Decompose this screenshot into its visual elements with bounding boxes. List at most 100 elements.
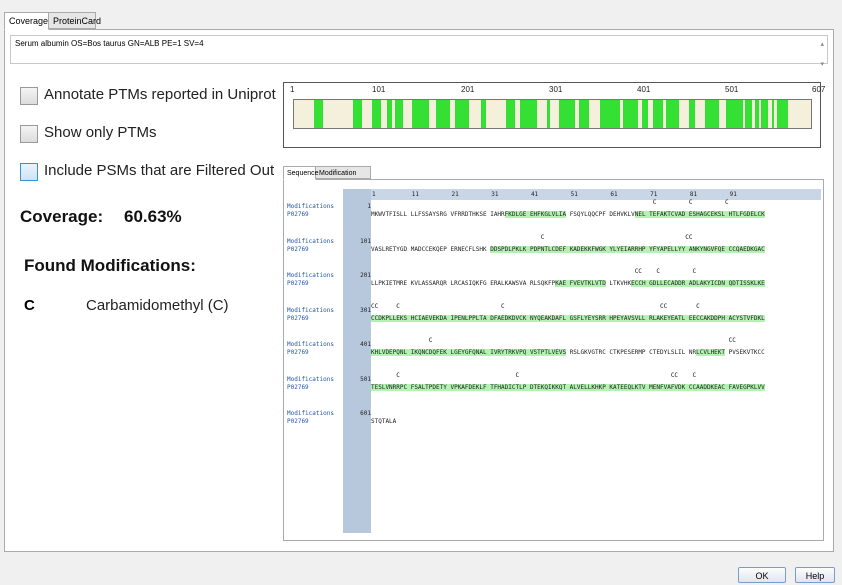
covered-segment: [454, 100, 469, 128]
row-modification-marks: C CC: [371, 337, 736, 344]
row-accession-label: P02769: [287, 245, 309, 253]
covered-residues: CCDKPLLEKS HCIAEVEKDA IPENLPPLTA DFAEDKD…: [371, 314, 765, 322]
covered-segment: [652, 100, 663, 128]
uncovered-residues: FSQYLQQCPF DEHVKLV: [566, 211, 635, 218]
coverage-value: 60.63%: [124, 207, 182, 226]
tab-modification-list[interactable]: Modification List: [315, 166, 371, 190]
row-start-position: 301: [360, 306, 371, 314]
row-modifications-label: Modifications: [287, 203, 334, 210]
covered-segment: [481, 100, 487, 128]
row-start-position: 601: [360, 410, 371, 417]
covered-segment: [411, 100, 430, 128]
found-modifications-title: Found Modifications:: [24, 256, 196, 275]
coverage-map: 1 101 201 301 401 501 607: [283, 82, 825, 148]
covered-segment: [776, 100, 788, 128]
covered-residues: NEL TEFAKTCVAD ESHAGCEKSL HTLFGDELCK: [634, 211, 765, 218]
row-modification-marks: C C C: [371, 199, 729, 206]
row-accession-label: P02769: [287, 383, 309, 391]
row-sequence: MKWVTFISLL LLFSSAYSRG VFRRDTHKSE IAHRFKD…: [371, 211, 765, 218]
covered-segment: [558, 100, 576, 128]
row-sequence: LLPKIETMRE KVLASSARQR LRCASIQKFG ERALKAW…: [371, 280, 765, 287]
covered-segment: [546, 100, 551, 128]
covered-segment: [704, 100, 719, 128]
covered-residues: KHLVDEPQNL IKQNCDQFEK LGEYGFQNAL IVRYTRK…: [371, 349, 567, 356]
coverage-map-tick: 607: [812, 85, 826, 94]
covered-segment: [519, 100, 537, 128]
covered-segment: [744, 100, 753, 128]
uncovered-residues: MKWVTFISLL LLFSSAYSRG VFRRDTHKSE IAHR: [371, 211, 505, 218]
row-modifications-label: Modifications: [287, 341, 334, 348]
row-accession-label: P02769: [287, 349, 309, 356]
uncovered-residues: STQTALA: [371, 418, 397, 425]
coverage-map-tick: 201: [461, 85, 475, 94]
row-start-position: 101: [360, 237, 371, 245]
row-modifications-label: Modifications: [287, 410, 334, 417]
covered-residues: ECCH GDLLECADDR ADLAKYICDN QDTISSKLKE: [631, 280, 765, 287]
uncovered-residues: PVSEKVTKCC: [725, 349, 765, 356]
uncovered-residues: VASLRETYGD MADCCEKQEP ERNECFLSHK: [371, 245, 491, 253]
description-scrollbar[interactable]: ▴ ▾: [820, 40, 824, 70]
description-text: Serum albumin OS=Bos taurus GN=ALB PE=1 …: [15, 39, 204, 48]
covered-segment: [352, 100, 363, 128]
row-accession-label: P02769: [287, 314, 309, 322]
include-filtered-psms-label[interactable]: Include PSMs that are Filtered Out: [44, 162, 274, 179]
covered-segment: [314, 100, 323, 128]
covered-segment: [436, 100, 450, 128]
covered-segment: [642, 100, 649, 128]
tab-coverage[interactable]: Coverage: [4, 12, 49, 30]
covered-residues: KAE FVEVTKLVTD: [555, 280, 606, 287]
row-start-position: 1: [367, 203, 371, 210]
covered-segment: [666, 100, 679, 128]
row-sequence: TESLVNRRPC FSALTPDETY VPKAFDEKLF TFHADIC…: [371, 383, 765, 391]
show-only-ptms-checkbox[interactable]: [20, 125, 38, 143]
row-modification-marks: CC C C: [371, 268, 697, 275]
modification-name: Carbamidomethyl (C): [86, 297, 229, 314]
include-filtered-psms-checkbox[interactable]: [20, 163, 38, 181]
modification-symbol: C: [24, 297, 35, 314]
ok-button[interactable]: OK: [738, 567, 786, 583]
annotate-ptms-checkbox[interactable]: [20, 87, 38, 105]
sequence-header-numbers: 1 11 21 31 41 51 61 71 81 91: [372, 191, 737, 198]
row-start-position: 501: [360, 375, 371, 383]
uncovered-residues: RSLGKVGTRC CTKPESERMP CTEDYLSLIL NR: [566, 349, 697, 356]
covered-segment: [689, 100, 696, 128]
covered-segment: [725, 100, 743, 128]
covered-residues: FKDLGE EHFKGLVLIA: [504, 211, 567, 218]
uncovered-residues: LTKVHK: [605, 280, 632, 287]
covered-residues: DDSPDLPKLK PDPNTLCDEF KADEKKFWGK YLYEIAR…: [490, 245, 765, 253]
row-modifications-label: Modifications: [287, 375, 334, 383]
annotate-ptms-label[interactable]: Annotate PTMs reported in Uniprot: [44, 86, 276, 103]
row-accession-label: P02769: [287, 280, 309, 287]
covered-residues: TESLVNRRPC FSALTPDETY VPKAFDEKLF TFHADIC…: [371, 383, 765, 391]
covered-segment: [760, 100, 769, 128]
show-only-ptms-label[interactable]: Show only PTMs: [44, 124, 157, 141]
tab-proteincard[interactable]: ProteinCard: [48, 12, 101, 29]
protein-description[interactable]: Serum albumin OS=Bos taurus GN=ALB PE=1 …: [10, 35, 828, 68]
row-modification-marks: CC C C CC C: [371, 302, 700, 310]
row-modifications-label: Modifications: [287, 272, 334, 279]
tab-sequence[interactable]: Sequence: [283, 166, 319, 180]
covered-segment: [386, 100, 392, 128]
row-modifications-label: Modifications: [287, 237, 334, 245]
coverage-bar: [293, 99, 812, 129]
covered-residues: LCVLHEKT: [696, 349, 726, 356]
coverage-map-tick: 401: [637, 85, 651, 94]
row-start-position: 401: [360, 341, 371, 348]
help-button[interactable]: Help: [795, 567, 835, 583]
covered-segment: [599, 100, 621, 128]
uncovered-residues: LLPKIETMRE KVLASSARQR LRCASIQKFG ERALKAW…: [371, 280, 556, 287]
coverage-map-tick: 101: [372, 85, 386, 94]
covered-segment: [622, 100, 639, 128]
coverage-map-tick: 1: [290, 85, 295, 94]
covered-segment: [579, 100, 589, 128]
row-modifications-label: Modifications: [287, 306, 334, 314]
row-modification-marks: C C CC C: [371, 371, 697, 379]
row-sequence: STQTALA: [371, 418, 396, 425]
covered-segment: [372, 100, 381, 128]
row-sequence: KHLVDEPQNL IKQNCDQFEK LGEYGFQNAL IVRYTRK…: [371, 349, 765, 356]
row-accession-label: P02769: [287, 211, 309, 218]
covered-segment: [395, 100, 403, 128]
coverage-map-tick: 501: [725, 85, 739, 94]
covered-segment: [754, 100, 760, 128]
row-modification-marks: C CC: [371, 233, 693, 241]
